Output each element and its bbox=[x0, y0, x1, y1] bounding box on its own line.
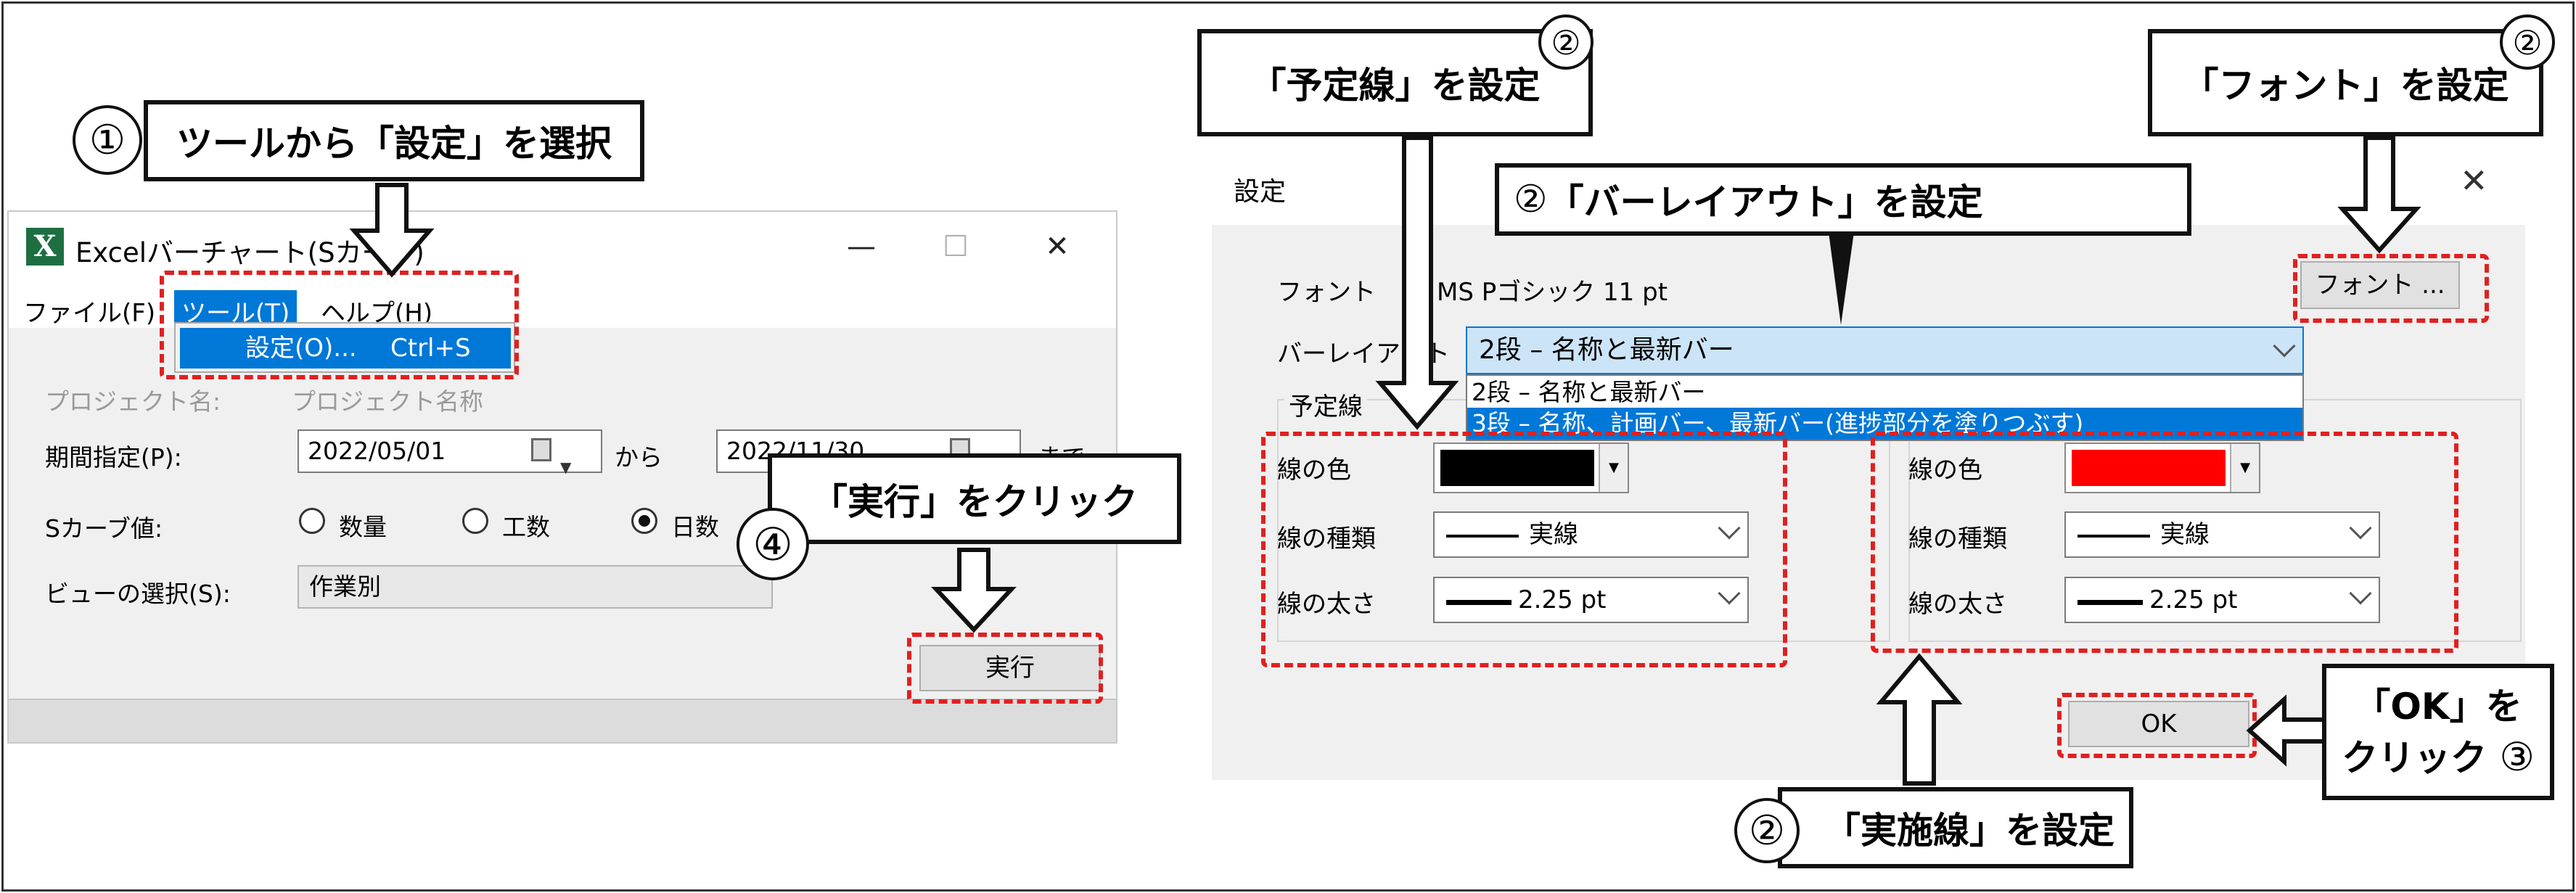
chevron-down-icon[interactable]: ▼ bbox=[560, 447, 571, 487]
highlight-font-button bbox=[2293, 254, 2489, 323]
font-value: MS Pゴシック 11 pt bbox=[1437, 278, 1668, 307]
project-name-value: プロジェクト名称 bbox=[292, 387, 483, 416]
period-label: 期間指定(P): bbox=[45, 443, 182, 472]
callout-bar-layout-text: 「バーレイアウト」を設定 bbox=[1547, 181, 1983, 223]
dialog-title: 設定 bbox=[1234, 177, 1287, 207]
step-number: ② bbox=[1734, 798, 1800, 863]
callout-planned-line: 「予定線」を設定 bbox=[1197, 29, 1593, 136]
highlight-planned-line bbox=[1261, 432, 1787, 667]
chevron-down-icon[interactable] bbox=[2273, 334, 2296, 358]
view-select-value: 作業別 bbox=[309, 572, 381, 601]
step-number: ④ bbox=[737, 508, 809, 580]
highlight-tools-menu bbox=[160, 271, 519, 379]
close-button[interactable]: ✕ bbox=[2460, 161, 2488, 200]
close-button[interactable]: ✕ bbox=[1032, 225, 1083, 268]
step-number: ③ bbox=[2499, 733, 2535, 780]
status-bar bbox=[9, 699, 1116, 742]
bar-layout-selected: 2段 – 名称と最新バー bbox=[1479, 335, 1734, 365]
radio-quantity-label: 数量 bbox=[339, 513, 387, 541]
window-title: Excelバーチャート(Sカーブ) bbox=[75, 237, 424, 268]
project-name-label: プロジェクト名: bbox=[45, 387, 221, 416]
callout-actual-line: 「実施線」を設定 bbox=[1778, 787, 2133, 868]
font-label: フォント bbox=[1277, 278, 1376, 307]
callout-step1: ツールから「設定」を選択 bbox=[144, 100, 644, 181]
callout-ok-line2: クリック ③ bbox=[2342, 732, 2535, 783]
callout-ok: 「OK」を クリック ③ bbox=[2322, 664, 2554, 800]
menu-file[interactable]: ファイル(F) bbox=[16, 290, 163, 332]
view-label: ビューの選択(S): bbox=[45, 580, 231, 608]
period-sep: から bbox=[615, 443, 663, 472]
callout-font: 「フォント」を設定 bbox=[2148, 29, 2543, 136]
radio-manhours[interactable] bbox=[462, 508, 488, 534]
bar-layout-option[interactable]: 2段 – 名称と最新バー bbox=[1472, 377, 1705, 408]
step-number: ① bbox=[73, 105, 142, 175]
excel-icon: X bbox=[26, 228, 64, 266]
step-number: ② bbox=[1538, 15, 1593, 70]
callout-execute: 「実行」をクリック bbox=[768, 453, 1181, 544]
period-from-value: 2022/05/01 bbox=[308, 437, 446, 465]
step-number: ② bbox=[1514, 178, 1548, 221]
callout-ok-line1: 「OK」を bbox=[2354, 685, 2522, 728]
radio-days[interactable] bbox=[631, 508, 657, 534]
bar-layout-select[interactable]: 2段 – 名称と最新バー bbox=[1466, 326, 2304, 374]
maximize-button[interactable]: ☐ bbox=[930, 225, 981, 268]
radio-manhours-label: 工数 bbox=[502, 513, 550, 541]
radio-quantity[interactable] bbox=[299, 508, 325, 534]
highlight-actual-line bbox=[1871, 432, 2458, 653]
radio-days-label: 日数 bbox=[671, 513, 719, 541]
bar-layout-label: バーレイアウト bbox=[1277, 339, 1450, 369]
view-select[interactable]: 作業別 bbox=[298, 565, 773, 609]
callout-ok-text: クリック bbox=[2342, 736, 2487, 779]
step-number: ② bbox=[2500, 15, 2555, 70]
highlight-ok-button bbox=[2057, 693, 2257, 758]
period-from-input[interactable]: 2022/05/01 ▼ bbox=[298, 429, 602, 476]
planned-group-label: 予定線 bbox=[1284, 387, 1367, 422]
highlight-execute bbox=[907, 633, 1103, 704]
calendar-icon[interactable] bbox=[531, 438, 551, 461]
minimize-button[interactable]: — bbox=[836, 225, 887, 268]
callout-bar-layout: ② 「バーレイアウト」を設定 bbox=[1495, 163, 2191, 236]
scurve-label: Sカーブ値: bbox=[45, 514, 163, 543]
